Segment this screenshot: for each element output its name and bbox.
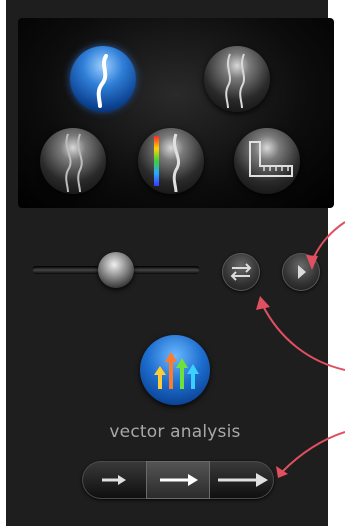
measure-ruler-icon [249,141,293,177]
vessel-blue-icon [96,54,108,108]
chevron-right-icon [298,265,306,279]
arrow-medium-icon [160,474,198,486]
arrow-large-icon [218,473,268,487]
arrow-size-small[interactable] [82,461,146,499]
arrow-size-selector [82,461,274,499]
swap-button[interactable] [222,253,260,291]
view-mode-box [18,18,334,208]
view-mode-colorscale-button[interactable] [138,128,204,194]
slider-knob[interactable] [98,252,134,288]
view-mode-measure-button[interactable] [234,128,300,194]
vessel-grey-icon [65,133,83,193]
vector-arrows-icon [154,352,199,389]
vessel-outline-icon [225,53,245,109]
arrow-size-large[interactable] [210,461,274,499]
vector-analysis-label: vector analysis [109,422,241,442]
view-mode-blue-vessel-button[interactable] [70,46,136,112]
view-mode-outline-vessel-button[interactable] [204,46,270,112]
view-mode-grey-vessel-button[interactable] [40,128,106,194]
arrow-size-medium[interactable] [146,461,210,499]
vessel-colorscale-icon [154,133,181,193]
vector-analysis-button[interactable] [140,335,210,405]
arrow-small-icon [102,475,126,485]
swap-arrows-icon [230,263,252,281]
next-button[interactable] [282,253,320,291]
